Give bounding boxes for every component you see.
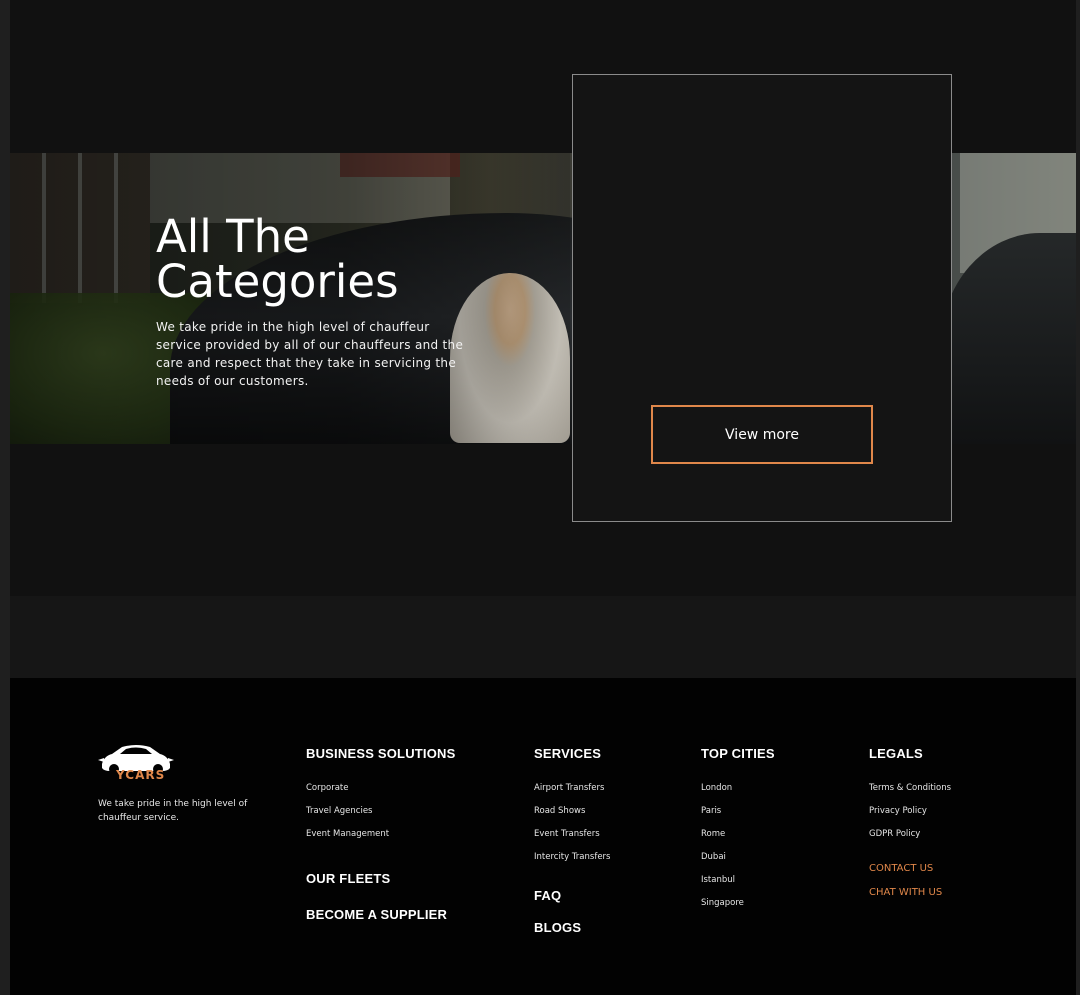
left-edge-strip [0, 0, 10, 995]
link-corporate[interactable]: Corporate [306, 783, 349, 793]
link-intercity-transfers[interactable]: Intercity Transfers [534, 852, 610, 862]
view-more-button[interactable]: View more [651, 405, 873, 464]
link-rome[interactable]: Rome [701, 829, 725, 839]
blogs-link[interactable]: BLOGS [534, 920, 581, 935]
link-dubai[interactable]: Dubai [701, 852, 726, 862]
hero-title: All The Categories [156, 210, 399, 308]
link-airport-transfers[interactable]: Airport Transfers [534, 783, 604, 793]
link-privacy-policy[interactable]: Privacy Policy [869, 806, 927, 816]
business-solutions-heading[interactable]: BUSINESS SOLUTIONS [306, 746, 456, 761]
link-travel-agencies[interactable]: Travel Agencies [306, 806, 373, 816]
link-singapore[interactable]: Singapore [701, 898, 744, 908]
contact-us-link[interactable]: CONTACT US [869, 863, 933, 874]
services-heading[interactable]: SERVICES [534, 746, 601, 761]
spacer-band [10, 596, 1076, 678]
hero-description: We take pride in the high level of chauf… [156, 320, 464, 388]
link-london[interactable]: London [701, 783, 732, 793]
link-terms-conditions[interactable]: Terms & Conditions [869, 783, 951, 793]
top-cities-heading[interactable]: TOP CITIES [701, 746, 775, 761]
link-gdpr-policy[interactable]: GDPR Policy [869, 829, 920, 839]
link-event-management[interactable]: Event Management [306, 829, 389, 839]
faq-link[interactable]: FAQ [534, 888, 561, 903]
become-supplier-link[interactable]: BECOME A SUPPLIER [306, 907, 447, 922]
right-edge-strip [1076, 0, 1080, 995]
link-road-shows[interactable]: Road Shows [534, 806, 585, 816]
legals-heading[interactable]: LEGALS [869, 746, 923, 761]
link-event-transfers[interactable]: Event Transfers [534, 829, 600, 839]
our-fleets-link[interactable]: OUR FLEETS [306, 871, 390, 886]
link-paris[interactable]: Paris [701, 806, 721, 816]
link-istanbul[interactable]: Istanbul [701, 875, 735, 885]
logo-text: YCARS [116, 768, 166, 782]
footer-tagline: We take pride in the high level of chauf… [98, 799, 248, 823]
chat-with-us-link[interactable]: CHAT WITH US [869, 887, 942, 898]
